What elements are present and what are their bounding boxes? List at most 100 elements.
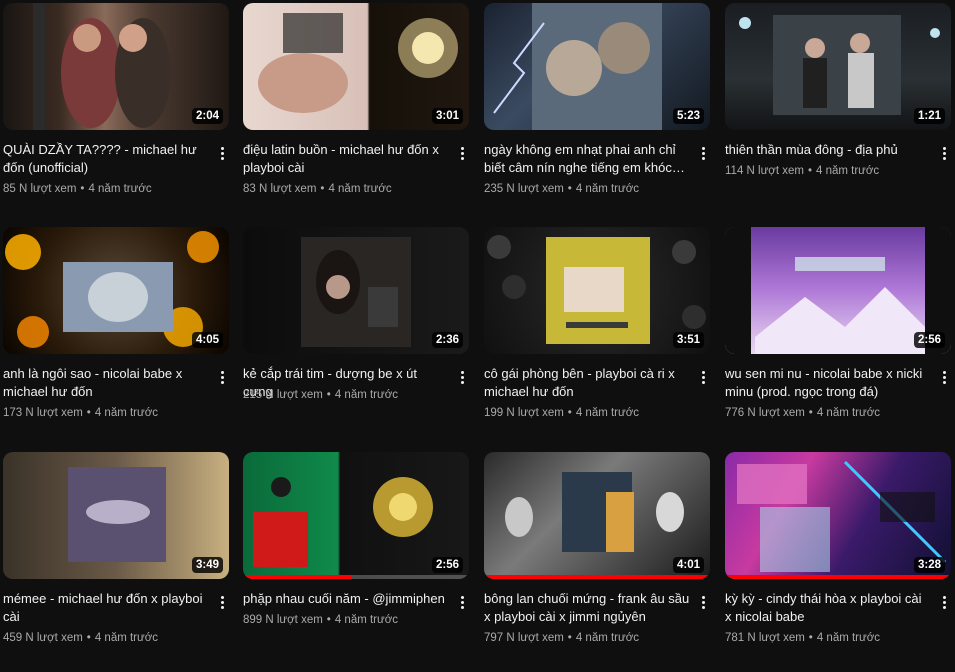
- video-card[interactable]: 2:04 QUÀI DZẦY TA???? - michael hư đốn (…: [3, 3, 229, 223]
- video-thumbnail[interactable]: 2:56: [725, 227, 951, 354]
- view-count: 781 N lượt xem: [725, 632, 805, 644]
- video-thumbnail[interactable]: 5:23: [484, 3, 710, 130]
- video-thumbnail[interactable]: 3:49: [3, 452, 229, 579]
- video-meta: 797 N lượt xem • 4 năm trước: [484, 632, 639, 644]
- more-vert-icon[interactable]: [215, 143, 229, 163]
- video-card[interactable]: 3:51 cô gái phòng bên - playboi cà ri x …: [484, 227, 710, 447]
- video-grid: 2:04 QUÀI DZẦY TA???? - michael hư đốn (…: [0, 0, 955, 648]
- video-title[interactable]: điệu latin buồn - michael hư đốn x playb…: [243, 141, 449, 177]
- video-title[interactable]: thiên thần mùa đông - địa phủ: [725, 141, 931, 159]
- video-card[interactable]: 3:01 điệu latin buồn - michael hư đốn x …: [243, 3, 469, 223]
- video-thumbnail[interactable]: 3:01: [243, 3, 469, 130]
- view-count: 797 N lượt xem: [484, 632, 564, 644]
- video-meta: 85 N lượt xem • 4 năm trước: [3, 183, 152, 195]
- video-meta: 199 N lượt xem • 4 năm trước: [484, 407, 639, 419]
- video-meta: 83 N lượt xem • 4 năm trước: [243, 183, 392, 195]
- video-thumbnail[interactable]: 4:05: [3, 227, 229, 354]
- video-duration: 4:05: [191, 332, 223, 348]
- video-meta: 235 N lượt xem • 4 năm trước: [484, 183, 639, 195]
- watch-progress-bar: [243, 575, 469, 579]
- video-title[interactable]: cô gái phòng bên - playboi cà ri x micha…: [484, 365, 690, 401]
- upload-age: 4 năm trước: [575, 183, 639, 195]
- video-title[interactable]: kỳ kỳ - cindy thái hòa x playboi cài x n…: [725, 590, 931, 626]
- upload-age: 4 năm trước: [816, 407, 880, 419]
- video-thumbnail[interactable]: 1:21: [725, 3, 951, 130]
- video-title[interactable]: QUÀI DZẦY TA???? - michael hư đốn (unoff…: [3, 141, 209, 177]
- upload-age: 4 năm trước: [575, 632, 639, 644]
- view-count: 173 N lượt xem: [3, 407, 83, 419]
- video-duration: 4:01: [672, 557, 704, 573]
- video-duration: 2:56: [431, 557, 463, 573]
- video-title[interactable]: bông lan chuối mứng - frank âu sầu x pla…: [484, 590, 690, 626]
- video-duration: 2:56: [913, 332, 945, 348]
- more-vert-icon[interactable]: [696, 592, 710, 612]
- watch-progress-fill: [243, 575, 352, 579]
- view-count: 199 N lượt xem: [484, 407, 564, 419]
- view-count: 215 N lượt xem: [243, 389, 323, 401]
- more-vert-icon[interactable]: [696, 367, 710, 387]
- view-count: 83 N lượt xem: [243, 183, 317, 195]
- video-duration: 5:23: [672, 108, 704, 124]
- video-duration: 3:28: [913, 557, 945, 573]
- watch-progress-bar: [725, 575, 951, 579]
- video-card[interactable]: 2:36 kẻ cắp trái tim - dượng be x út cưn…: [243, 227, 469, 447]
- video-meta: 459 N lượt xem • 4 năm trước: [3, 632, 158, 644]
- video-title[interactable]: mémee - michael hư đốn x playboi cài: [3, 590, 209, 626]
- upload-age: 4 năm trước: [88, 183, 152, 195]
- video-duration: 3:49: [191, 557, 223, 573]
- video-duration: 3:51: [672, 332, 704, 348]
- video-card[interactable]: 4:05 anh là ngôi sao - nicolai babe x mi…: [3, 227, 229, 447]
- view-count: 776 N lượt xem: [725, 407, 805, 419]
- video-duration: 1:21: [913, 108, 945, 124]
- more-vert-icon[interactable]: [696, 143, 710, 163]
- video-card[interactable]: 5:23 ngày không em nhạt phai anh chỉ biế…: [484, 3, 710, 223]
- more-vert-icon[interactable]: [215, 367, 229, 387]
- video-meta: 776 N lượt xem • 4 năm trước: [725, 407, 880, 419]
- upload-age: 4 năm trước: [575, 407, 639, 419]
- upload-age: 4 năm trước: [334, 614, 398, 626]
- watch-progress-bar: [484, 575, 710, 579]
- upload-age: 4 năm trước: [816, 632, 880, 644]
- more-vert-icon[interactable]: [455, 143, 469, 163]
- watch-progress-fill: [725, 575, 951, 579]
- video-card[interactable]: 3:28 kỳ kỳ - cindy thái hòa x playboi cà…: [725, 452, 951, 672]
- video-card[interactable]: 1:21 thiên thần mùa đông - địa phủ 114 N…: [725, 3, 951, 223]
- video-meta: 114 N lượt xem • 4 năm trước: [725, 165, 880, 177]
- video-title[interactable]: ngày không em nhạt phai anh chỉ biết câm…: [484, 141, 690, 177]
- more-vert-icon[interactable]: [455, 367, 469, 387]
- more-vert-icon[interactable]: [937, 367, 951, 387]
- view-count: 85 N lượt xem: [3, 183, 77, 195]
- video-card[interactable]: 2:56 phặp nhau cuối năm - @jimmiphen 899…: [243, 452, 469, 672]
- video-duration: 2:36: [431, 332, 463, 348]
- video-thumbnail[interactable]: 2:56: [243, 452, 469, 579]
- more-vert-icon[interactable]: [937, 592, 951, 612]
- view-count: 235 N lượt xem: [484, 183, 564, 195]
- video-title[interactable]: wu sen mi nu - nicolai babe x nicki minu…: [725, 365, 931, 401]
- video-card[interactable]: 3:49 mémee - michael hư đốn x playboi cà…: [3, 452, 229, 672]
- upload-age: 4 năm trước: [94, 407, 158, 419]
- more-vert-icon[interactable]: [455, 592, 469, 612]
- video-meta: 781 N lượt xem • 4 năm trước: [725, 632, 880, 644]
- upload-age: 4 năm trước: [328, 183, 392, 195]
- view-count: 459 N lượt xem: [3, 632, 83, 644]
- video-title[interactable]: anh là ngôi sao - nicolai babe x michael…: [3, 365, 209, 401]
- video-thumbnail[interactable]: 3:28: [725, 452, 951, 579]
- video-thumbnail[interactable]: 2:04: [3, 3, 229, 130]
- more-vert-icon[interactable]: [937, 143, 951, 163]
- view-count: 899 N lượt xem: [243, 614, 323, 626]
- upload-age: 4 năm trước: [815, 165, 880, 177]
- view-count: 114 N lượt xem: [725, 165, 804, 177]
- video-thumbnail[interactable]: 3:51: [484, 227, 710, 354]
- video-title[interactable]: phặp nhau cuối năm - @jimmiphen: [243, 590, 449, 608]
- upload-age: 4 năm trước: [94, 632, 158, 644]
- video-card[interactable]: 4:01 bông lan chuối mứng - frank âu sầu …: [484, 452, 710, 672]
- video-duration: 3:01: [431, 108, 463, 124]
- video-thumbnail[interactable]: 2:36: [243, 227, 469, 354]
- video-meta: 173 N lượt xem • 4 năm trước: [3, 407, 158, 419]
- video-meta: 215 N lượt xem • 4 năm trước: [243, 389, 398, 401]
- video-duration: 2:04: [191, 108, 223, 124]
- more-vert-icon[interactable]: [215, 592, 229, 612]
- video-meta: 899 N lượt xem • 4 năm trước: [243, 614, 398, 626]
- video-thumbnail[interactable]: 4:01: [484, 452, 710, 579]
- video-card[interactable]: 2:56 wu sen mi nu - nicolai babe x nicki…: [725, 227, 951, 447]
